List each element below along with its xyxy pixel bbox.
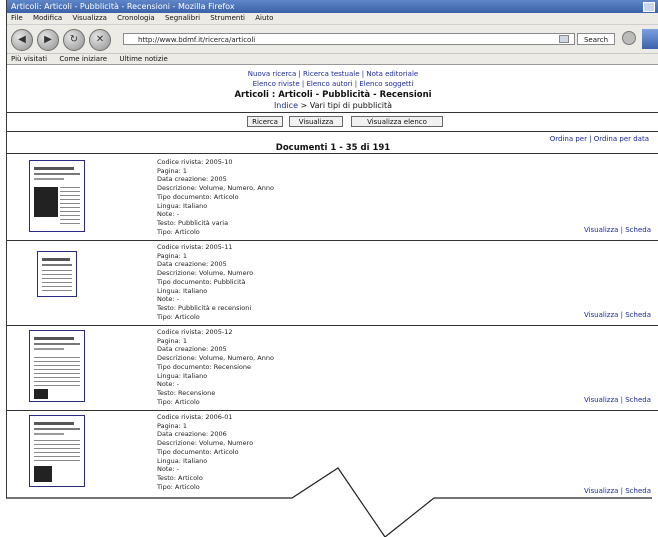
field: Note: - xyxy=(157,380,179,389)
field: Data creazione: 2005 xyxy=(157,345,227,354)
record-fields: Codice rivista: 2005-12 Pagina: 1 Data c… xyxy=(157,328,274,406)
document-thumbnail[interactable] xyxy=(29,330,85,402)
page-subtitle: Indice > Vari tipi di pubblicità xyxy=(7,101,658,112)
view-button[interactable]: Visualizza xyxy=(289,116,343,127)
table-row: Codice rivista: 2006-01 Pagina: 1 Data c… xyxy=(7,411,658,498)
field: Descrizione: Volume, Numero xyxy=(157,439,254,448)
go-icon[interactable] xyxy=(559,35,569,43)
table-row: Codice rivista: 2005-12 Pagina: 1 Data c… xyxy=(7,326,658,411)
field: Lingua: Italiano xyxy=(157,456,208,465)
field: Tipo: Articolo xyxy=(157,482,200,491)
menu-bookmarks[interactable]: Segnalibri xyxy=(165,14,200,22)
field: Tipo documento: Pubblicità xyxy=(157,277,246,286)
window-title: Articoli: Articoli - Pubblicità - Recens… xyxy=(11,2,235,11)
view-list-button[interactable]: Visualizza elenco xyxy=(351,116,443,127)
table-row: Codice rivista: 2005-11 Pagina: 1 Data c… xyxy=(7,241,658,326)
field: Tipo documento: Articolo xyxy=(157,447,239,456)
record-links[interactable]: Visualizza | Scheda xyxy=(584,226,651,234)
menu-help[interactable]: Aiuto xyxy=(255,14,273,22)
record-fields: Codice rivista: 2006-01 Pagina: 1 Data c… xyxy=(157,413,253,491)
field: Tipo: Articolo xyxy=(157,227,200,236)
field: Tipo: Articolo xyxy=(157,397,200,406)
gear-icon[interactable] xyxy=(622,31,636,45)
index-link[interactable]: Indice xyxy=(274,101,298,110)
field: Tipo: Articolo xyxy=(157,312,200,321)
table-row: Codice rivista: 2005-10 Pagina: 1 Data c… xyxy=(7,154,658,241)
forward-button[interactable]: ▶ xyxy=(37,29,59,51)
field: Testo: Articolo xyxy=(157,473,203,482)
page-content: Nuova ricerca | Ricerca testuale | Nota … xyxy=(7,70,658,498)
record-links[interactable]: Visualizza | Scheda xyxy=(584,311,651,319)
field: Lingua: Italiano xyxy=(157,201,208,210)
navigation-toolbar: ◀ ▶ ↻ ✕ http://www.bdmf.it/ricerca/artic… xyxy=(7,25,658,54)
search-button[interactable]: Ricerca xyxy=(247,116,283,127)
bookmark-item[interactable]: Più visitati xyxy=(11,55,47,63)
search-box[interactable]: Search xyxy=(577,33,615,45)
record-links[interactable]: Visualizza | Scheda xyxy=(584,396,651,404)
bookmarks-toolbar: Più visitati Come iniziare Ultime notizi… xyxy=(7,54,658,65)
field: Testo: Pubblicità e recensioni xyxy=(157,303,252,312)
action-buttons: Ricerca Visualizza Visualizza elenco xyxy=(7,113,658,131)
field: Codice rivista: 2005-11 xyxy=(157,243,233,251)
bookmark-item[interactable]: Come iniziare xyxy=(59,55,107,63)
field: Tipo documento: Recensione xyxy=(157,362,251,371)
torn-mask-left xyxy=(0,498,318,537)
field: Tipo documento: Articolo xyxy=(157,192,239,201)
bookmark-item[interactable]: Ultime notizie xyxy=(119,55,167,63)
menu-file[interactable]: File xyxy=(11,14,23,22)
document-thumbnail[interactable] xyxy=(29,160,85,232)
field: Descrizione: Volume, Numero, Anno xyxy=(157,354,274,363)
document-thumbnail[interactable] xyxy=(37,251,77,297)
record-fields: Codice rivista: 2005-10 Pagina: 1 Data c… xyxy=(157,158,274,236)
field: Pagina: 1 xyxy=(157,336,188,345)
documents-count: Documenti 1 - 35 di 191 xyxy=(7,144,658,154)
document-thumbnail[interactable] xyxy=(29,415,85,487)
menu-bar: File Modifica Visualizza Cronologia Segn… xyxy=(7,13,658,25)
window-titlebar: Articoli: Articoli - Pubblicità - Recens… xyxy=(7,0,658,13)
field: Data creazione: 2005 xyxy=(157,260,227,269)
top-links[interactable]: Nuova ricerca | Ricerca testuale | Nota … xyxy=(7,70,658,80)
field: Pagina: 1 xyxy=(157,251,188,260)
field: Codice rivista: 2005-12 xyxy=(157,328,233,336)
menu-edit[interactable]: Modifica xyxy=(33,14,62,22)
back-button[interactable]: ◀ xyxy=(11,29,33,51)
stop-button[interactable]: ✕ xyxy=(89,29,111,51)
field: Codice rivista: 2005-10 xyxy=(157,158,233,166)
field: Testo: Pubblicità varia xyxy=(157,218,229,227)
reload-button[interactable]: ↻ xyxy=(63,29,85,51)
menu-history[interactable]: Cronologia xyxy=(117,14,155,22)
menu-tools[interactable]: Strumenti xyxy=(210,14,245,22)
field: Testo: Recensione xyxy=(157,388,216,397)
field: Note: - xyxy=(157,465,179,474)
field: Descrizione: Volume, Numero xyxy=(157,269,254,278)
record-links[interactable]: Visualizza | Scheda xyxy=(584,487,651,495)
field: Data creazione: 2006 xyxy=(157,430,227,439)
divider xyxy=(7,131,658,132)
field: Note: - xyxy=(157,210,179,219)
field: Descrizione: Volume, Numero, Anno xyxy=(157,184,274,193)
record-fields: Codice rivista: 2005-11 Pagina: 1 Data c… xyxy=(157,243,253,321)
field: Note: - xyxy=(157,295,179,304)
field: Lingua: Italiano xyxy=(157,286,208,295)
address-bar[interactable]: http://www.bdmf.it/ricerca/articoli xyxy=(123,33,575,45)
field: Codice rivista: 2006-01 xyxy=(157,413,233,421)
sub-links[interactable]: Elenco riviste | Elenco autori | Elenco … xyxy=(7,80,658,90)
close-window-button[interactable] xyxy=(643,2,655,12)
page-title: Articoli : Articoli - Pubblicità - Recen… xyxy=(234,90,432,100)
field: Pagina: 1 xyxy=(157,421,188,430)
browser-logo-icon xyxy=(642,29,658,49)
browser-window: Articoli: Articoli - Pubblicità - Recens… xyxy=(6,0,658,499)
field: Lingua: Italiano xyxy=(157,371,208,380)
field: Data creazione: 2005 xyxy=(157,175,227,184)
menu-view[interactable]: Visualizza xyxy=(72,14,106,22)
subtitle-text: > Vari tipi di pubblicità xyxy=(298,101,393,110)
torn-mask-right xyxy=(318,498,658,537)
field: Pagina: 1 xyxy=(157,166,188,175)
